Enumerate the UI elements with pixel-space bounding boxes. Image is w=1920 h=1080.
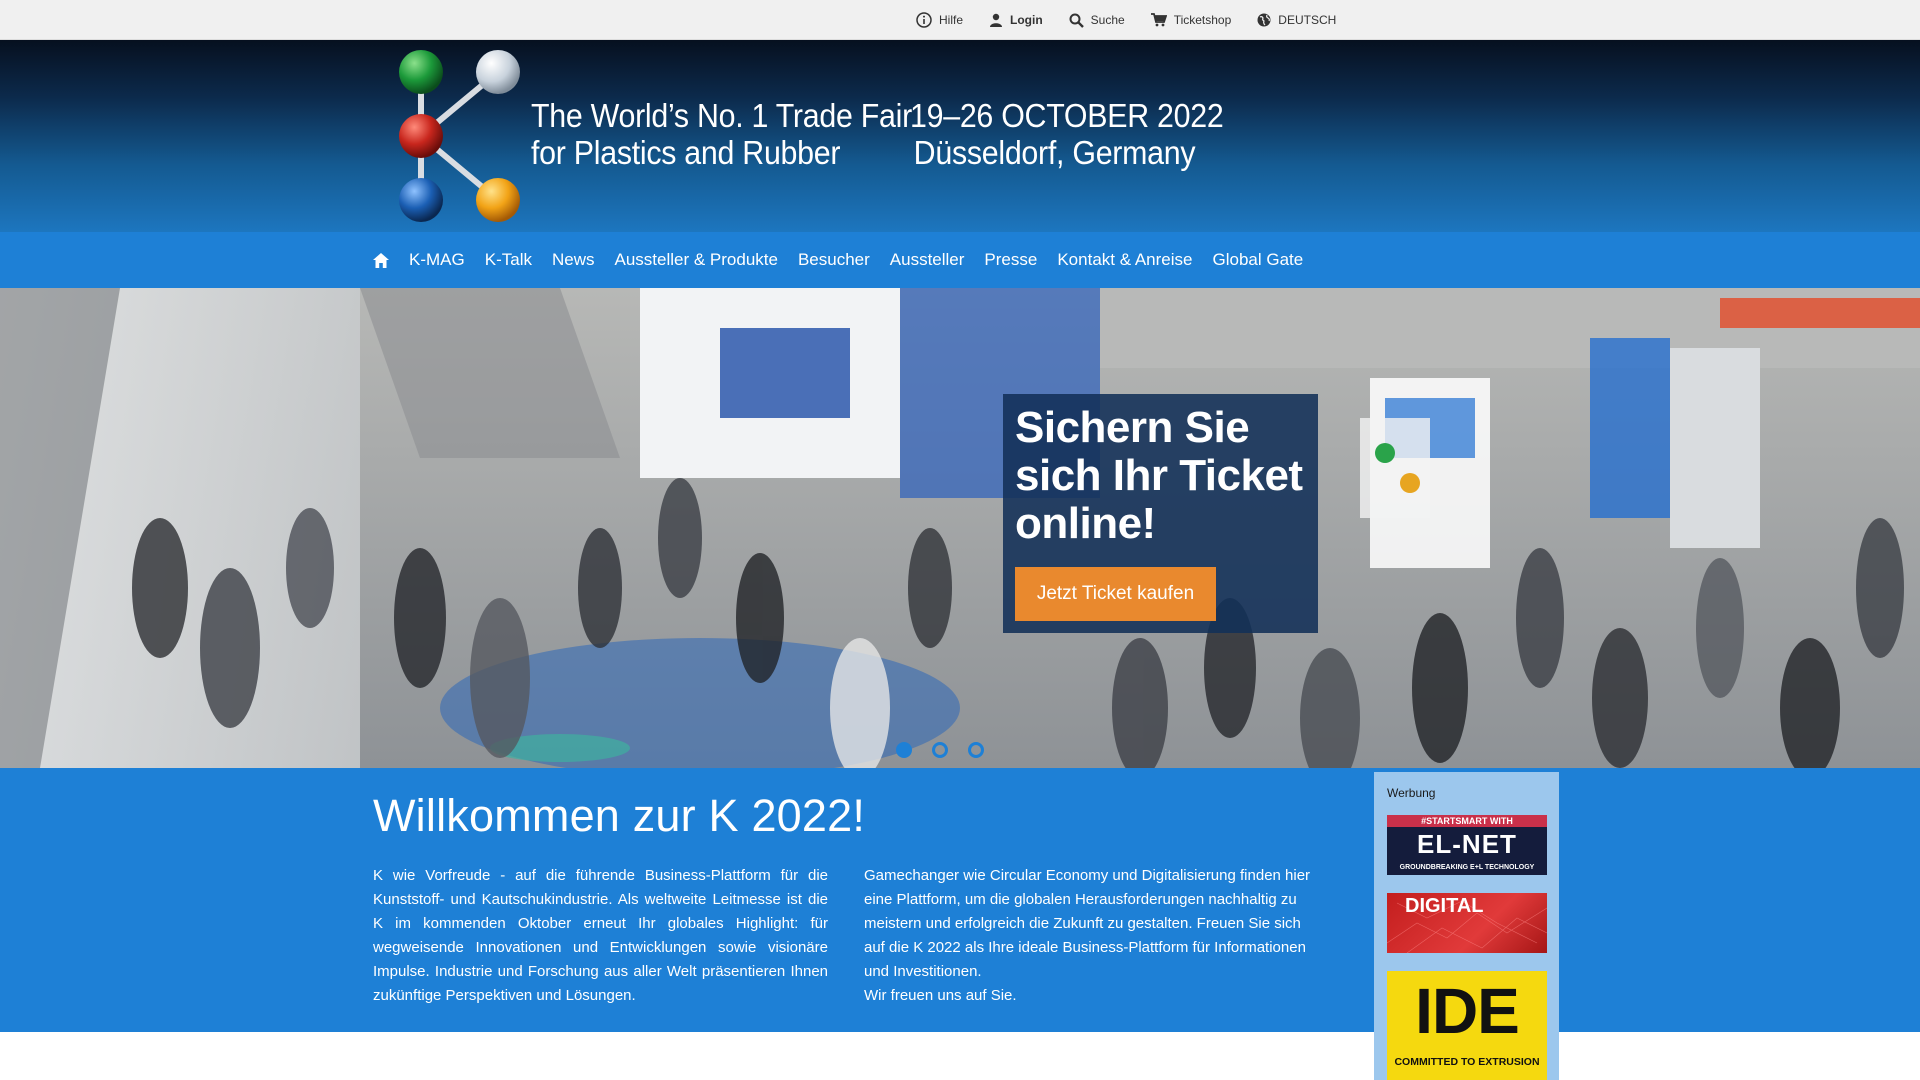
fair-tagline: The World’s No. 1 Trade Fair for Plastic… — [531, 97, 912, 171]
nav-item-k-talk[interactable]: K-Talk — [485, 250, 532, 270]
tagline-line-1: The World’s No. 1 Trade Fair — [531, 97, 912, 134]
hero-photo — [0, 288, 1920, 768]
intro-right-paragraph: Gamechanger wie Circular Economy und Dig… — [864, 867, 1311, 980]
search-link[interactable]: Suche — [1069, 13, 1125, 28]
white-atom-icon — [476, 50, 520, 94]
ad-label: Werbung — [1387, 786, 1436, 800]
nav-item-aussteller-produkte[interactable]: Aussteller & Produkte — [614, 250, 777, 270]
search-icon — [1069, 13, 1084, 28]
nav-item-presse[interactable]: Presse — [984, 250, 1037, 270]
nav-item-besucher[interactable]: Besucher — [798, 250, 870, 270]
digital-ad-text: DIGITAL — [1405, 895, 1484, 917]
home-icon[interactable] — [373, 252, 389, 268]
hero-ticket-card: Sichern Sie sich Ihr Ticket online! Jetz… — [1003, 394, 1318, 633]
slider-dot-3[interactable] — [968, 742, 984, 758]
orange-atom-icon — [476, 178, 520, 222]
slider-dot-1[interactable] — [896, 742, 912, 758]
fair-dates: 19–26 OCTOBER 2022 Düsseldorf, Germany — [910, 97, 1224, 171]
elnet-ad-logo: EL-NET — [1417, 829, 1517, 859]
login-label: Login — [1010, 13, 1043, 27]
ide-ad-tagline: COMMITTED TO EXTRUSION — [1394, 1056, 1540, 1068]
login-link[interactable]: Login — [989, 13, 1043, 27]
elnet-ad[interactable]: #STARTSMART WITH EL-NET GROUNDBREAKING E… — [1387, 815, 1547, 875]
header-banner: The World’s No. 1 Trade Fair for Plastic… — [0, 40, 1920, 232]
ticketshop-link[interactable]: Ticketshop — [1150, 13, 1232, 27]
language-switch[interactable]: DEUTSCH — [1257, 13, 1336, 27]
utility-links: Hilfe Login Suche Ticketshop DEUTSCH — [916, 0, 1336, 40]
slider-dots — [896, 742, 984, 758]
utility-bar: Hilfe Login Suche Ticketshop DEUTSCH — [0, 0, 1920, 40]
cart-icon — [1150, 13, 1167, 27]
blue-atom-icon — [399, 178, 443, 222]
user-icon — [990, 13, 1003, 27]
search-label: Suche — [1090, 13, 1125, 27]
nav-item-global-gate[interactable]: Global Gate — [1212, 250, 1303, 270]
buy-ticket-button[interactable]: Jetzt Ticket kaufen — [1015, 567, 1216, 621]
k-logo[interactable] — [396, 48, 528, 224]
green-atom-icon — [399, 50, 443, 94]
elnet-ad-top: #STARTSMART WITH — [1421, 816, 1513, 826]
ide-ad-logo: IDE — [1415, 975, 1520, 1047]
nav-item-kontakt-anreise[interactable]: Kontakt & Anreise — [1057, 250, 1192, 270]
elnet-ad-bottom: GROUNDBREAKING E+L TECHNOLOGY — [1399, 864, 1535, 871]
welcome-title: Willkommen zur K 2022! — [373, 790, 866, 841]
tagline-line-2: for Plastics and Rubber — [531, 134, 841, 171]
slider-dot-2[interactable] — [932, 742, 948, 758]
nav-item-aussteller[interactable]: Aussteller — [890, 250, 965, 270]
intro-text-right: Gamechanger wie Circular Economy und Dig… — [864, 864, 1319, 1008]
intro-right-closing: Wir freuen uns auf Sie. — [864, 987, 1017, 1004]
language-label: DEUTSCH — [1278, 13, 1337, 27]
red-atom-icon — [399, 114, 443, 158]
fair-location: Düsseldorf, Germany — [913, 134, 1196, 171]
intro-text-left: K wie Vorfreude - auf die führende Busin… — [373, 867, 828, 1004]
ad-column: Werbung #STARTSMART WITH EL-NET GROUNDBR… — [1374, 772, 1559, 1080]
nav-item-news[interactable]: News — [552, 250, 595, 270]
hero-slider: Sichern Sie sich Ihr Ticket online! Jetz… — [0, 288, 1920, 768]
fair-date-range: 19–26 OCTOBER 2022 — [910, 97, 1224, 134]
nav-items: K-MAG K-Talk News Aussteller & Produkte … — [373, 232, 1303, 288]
help-label: Hilfe — [939, 13, 964, 27]
nav-item-k-mag[interactable]: K-MAG — [409, 250, 465, 270]
info-icon — [916, 12, 932, 28]
main-navigation: K-MAG K-Talk News Aussteller & Produkte … — [0, 232, 1920, 288]
hero-headline: Sichern Sie sich Ihr Ticket online! — [1015, 403, 1303, 548]
ide-ad[interactable]: IDE COMMITTED TO EXTRUSION — [1387, 971, 1547, 1080]
welcome-section: Willkommen zur K 2022! K wie Vorfreude -… — [0, 768, 1920, 1032]
ticketshop-label: Ticketshop — [1173, 13, 1232, 27]
globe-icon — [1257, 13, 1271, 27]
digital-ad[interactable]: DIGITAL — [1387, 893, 1547, 953]
help-link[interactable]: Hilfe — [916, 12, 963, 28]
